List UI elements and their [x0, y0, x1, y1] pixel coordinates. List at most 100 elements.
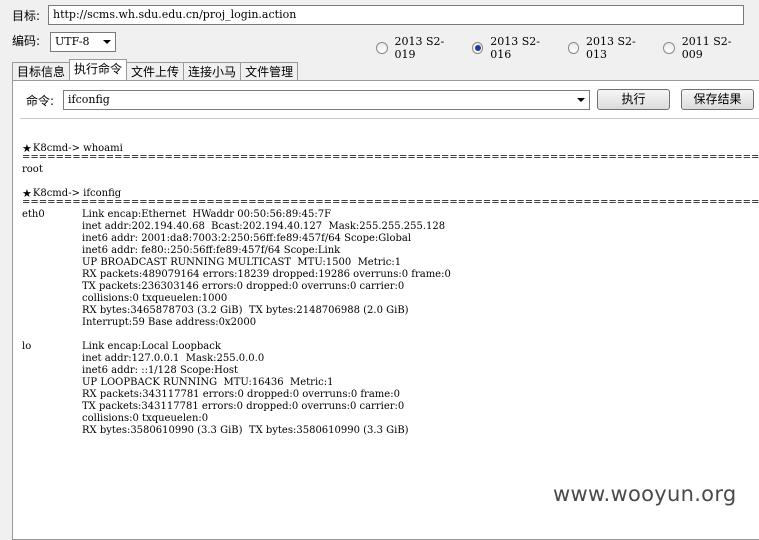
- iface-row: RX bytes:3465878703 (3.2 GiB) TX bytes:2…: [22, 305, 759, 317]
- iface-row: lo Link encap:Local Loopback: [22, 341, 759, 353]
- iface-row: Interrupt:59 Base address:0x2000: [22, 317, 759, 329]
- iface-line: Link encap:Local Loopback: [82, 341, 221, 352]
- target-url-input[interactable]: http://scms.wh.sdu.edu.cn/proj_login.act…: [48, 5, 744, 25]
- watermark: www.wooyun.org: [553, 482, 737, 506]
- iface-name: [22, 305, 82, 317]
- iface-row: UP LOOPBACK RUNNING MTU:16436 Metric:1: [22, 377, 759, 389]
- tab-3[interactable]: 连接小马: [183, 62, 242, 80]
- iface-name: [22, 389, 82, 401]
- command-value: ifconfig: [68, 93, 110, 106]
- prompt-line: ★ K8cmd-> ifconfig: [22, 188, 759, 200]
- tab-0[interactable]: 目标信息: [12, 62, 71, 80]
- iface-name: lo: [22, 341, 32, 352]
- iface-line: RX bytes:3580610990 (3.3 GiB) TX bytes:3…: [82, 425, 409, 436]
- iface-line: TX packets:236303146 errors:0 dropped:0 …: [82, 281, 405, 292]
- iface-name: [22, 353, 82, 365]
- exploit-radio-0[interactable]: 2013 S2-019: [376, 35, 462, 61]
- iface-row: inet addr:202.194.40.68 Bcast:202.194.40…: [22, 221, 759, 233]
- iface-line: TX packets:343117781 errors:0 dropped:0 …: [82, 401, 405, 412]
- iface-name: [22, 233, 82, 245]
- iface-name: [22, 365, 82, 377]
- iface-row: TX packets:343117781 errors:0 dropped:0 …: [22, 401, 759, 413]
- iface-line: RX packets:343117781 errors:0 dropped:0 …: [82, 389, 400, 400]
- iface-line: Interrupt:59 Base address:0x2000: [82, 317, 257, 328]
- iface-row: inet6 addr: ::1/128 Scope:Host: [22, 365, 759, 377]
- exploit-radio-2[interactable]: 2013 S2-013: [567, 35, 654, 61]
- iface-row: collisions:0 txqueuelen:1000: [22, 293, 759, 305]
- chevron-down-icon: [577, 98, 585, 102]
- iface-name: [22, 425, 82, 437]
- exploit-radio-3[interactable]: 2011 S2-009: [663, 35, 749, 61]
- prompt-text: K8cmd->: [32, 188, 80, 199]
- star-icon: ★: [22, 142, 32, 155]
- execute-button[interactable]: 执行: [597, 89, 670, 110]
- iface-line: UP BROADCAST RUNNING MULTICAST MTU:1500 …: [82, 257, 402, 268]
- exploit-radio-label: 2013 S2-019: [394, 35, 445, 61]
- iface-name: [22, 401, 82, 413]
- iface-line: inet6 addr: 2001:da8:7003:2:250:56ff:fe8…: [82, 233, 412, 244]
- output-area[interactable]: ★ K8cmd-> whoami =========================…: [20, 118, 759, 522]
- command-label: 命令:: [26, 94, 55, 108]
- output-command: ifconfig: [83, 188, 122, 199]
- output-command: whoami: [83, 143, 123, 154]
- iface-line: inet6 addr: ::1/128 Scope:Host: [82, 365, 238, 376]
- iface-row: RX packets:343117781 errors:0 dropped:0 …: [22, 389, 759, 401]
- iface-row: UP BROADCAST RUNNING MULTICAST MTU:1500 …: [22, 257, 759, 269]
- prompt-line: ★ K8cmd-> whoami: [22, 143, 759, 155]
- iface-row: collisions:0 txqueuelen:0: [22, 413, 759, 425]
- star-icon: ★: [22, 187, 32, 200]
- iface-row: RX bytes:3580610990 (3.3 GiB) TX bytes:3…: [22, 425, 759, 437]
- exploit-radio-label: 2013 S2-013: [586, 35, 636, 61]
- tab-2[interactable]: 文件上传: [126, 62, 185, 80]
- output-line: root: [22, 164, 43, 175]
- iface-name: [22, 281, 82, 293]
- radio-button-icon[interactable]: [471, 42, 484, 54]
- save-result-button[interactable]: 保存结果: [681, 89, 754, 110]
- separator: ========================================…: [22, 155, 759, 163]
- iface-name: [22, 413, 82, 425]
- exploit-radio-group: 2013 S2-019 2013 S2-016 2013 S2-013 2011 S2…: [376, 35, 759, 61]
- iface-line: RX bytes:3465878703 (3.2 GiB) TX bytes:2…: [82, 305, 409, 316]
- iface-name: eth0: [22, 209, 45, 220]
- exploit-radio-label: 2013 S2-016: [490, 35, 540, 61]
- radio-button-icon[interactable]: [663, 42, 675, 54]
- command-input[interactable]: ifconfig: [63, 90, 590, 110]
- iface-line: Link encap:Ethernet HWaddr 00:50:56:89:4…: [82, 209, 332, 220]
- prompt-text: K8cmd->: [32, 143, 80, 154]
- iface-row: TX packets:236303146 errors:0 dropped:0 …: [22, 281, 759, 293]
- iface-line: RX packets:489079164 errors:18239 droppe…: [82, 269, 451, 280]
- tab-bar: 目标信息 执行命令 文件上传 连接小马 文件管理: [12, 59, 299, 80]
- tab-4[interactable]: 文件管理: [240, 62, 299, 80]
- target-label: 目标:: [12, 9, 41, 23]
- iface-line: collisions:0 txqueuelen:0: [82, 413, 209, 424]
- encoding-value: UTF-8: [55, 35, 90, 48]
- iface-line: UP LOOPBACK RUNNING MTU:16436 Metric:1: [82, 377, 334, 388]
- iface-line: inet addr:202.194.40.68 Bcast:202.194.40…: [82, 221, 446, 232]
- iface-name: [22, 221, 82, 233]
- exploit-radio-label: 2011 S2-009: [681, 35, 732, 61]
- encoding-select[interactable]: UTF-8: [50, 32, 116, 52]
- radio-button-icon[interactable]: [376, 42, 388, 54]
- iface-name: [22, 245, 82, 257]
- iface-row: eth0 Link encap:Ethernet HWaddr 00:50:56:…: [22, 209, 759, 221]
- radio-button-icon[interactable]: [567, 42, 579, 54]
- iface-row: RX packets:489079164 errors:18239 droppe…: [22, 269, 759, 281]
- iface-name: [22, 257, 82, 269]
- iface-row: inet addr:127.0.0.1 Mask:255.0.0.0: [22, 353, 759, 365]
- iface-name: [22, 377, 82, 389]
- iface-line: inet6 addr: fe80::250:56ff:fe89:457f/64 …: [82, 245, 341, 256]
- iface-row: inet6 addr: fe80::250:56ff:fe89:457f/64 …: [22, 245, 759, 257]
- iface-row: inet6 addr: 2001:da8:7003:2:250:56ff:fe8…: [22, 233, 759, 245]
- separator: ========================================…: [22, 200, 759, 208]
- encoding-label: 编码:: [12, 34, 41, 48]
- iface-name: [22, 269, 82, 281]
- output-text: ★ K8cmd-> whoami =========================…: [20, 119, 759, 437]
- iface-line: inet addr:127.0.0.1 Mask:255.0.0.0: [82, 353, 265, 364]
- iface-name: [22, 317, 82, 329]
- tab-1[interactable]: 执行命令: [69, 59, 128, 80]
- exploit-radio-1[interactable]: 2013 S2-016: [471, 35, 558, 61]
- iface-name: [22, 293, 82, 305]
- chevron-down-icon: [103, 40, 111, 44]
